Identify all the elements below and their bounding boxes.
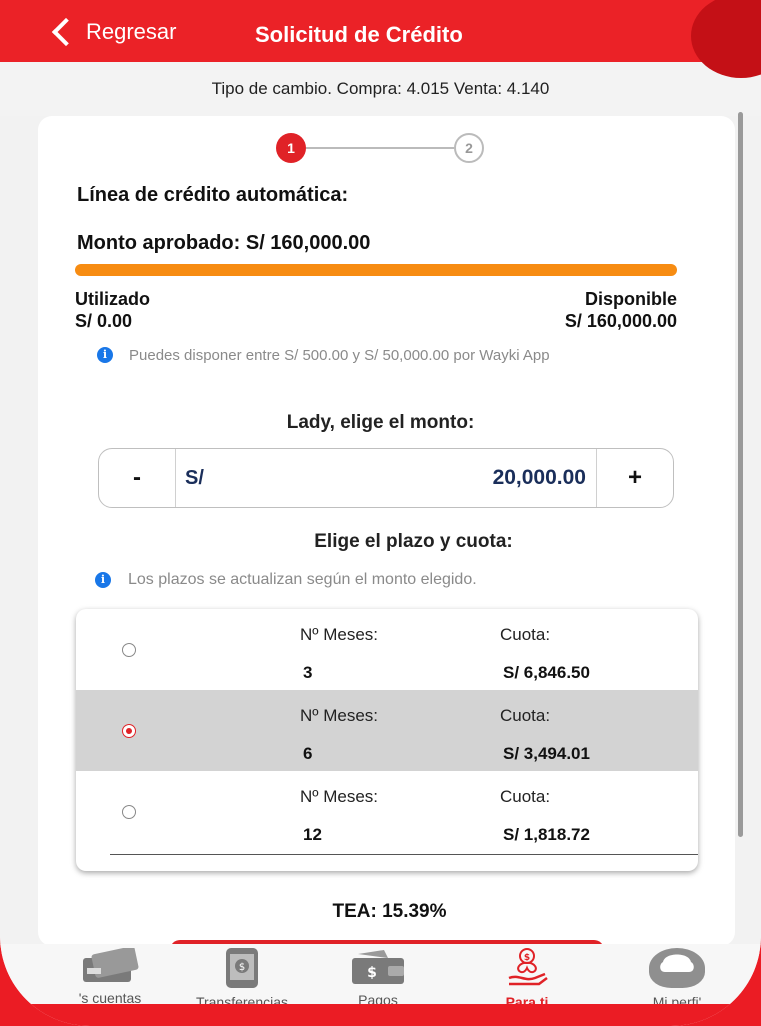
step-connector	[306, 147, 454, 149]
bottom-tab-bar: 's cuentas $ Transferencias $ Pagos $ Pa…	[0, 944, 761, 1010]
term-info: Los plazos se actualizan según el monto …	[128, 571, 477, 588]
disposal-range-info: Puedes disponer entre S/ 500.00 y S/ 50,…	[129, 347, 550, 364]
term-options-list: Nº Meses: 3 Cuota: S/ 6,846.50 Nº Meses:…	[76, 609, 698, 871]
svg-text:$: $	[239, 962, 245, 973]
months-label: Nº Meses:	[300, 706, 379, 725]
term-option-12[interactable]: Nº Meses: 12 Cuota: S/ 1,818.72	[76, 771, 698, 852]
months-label: Nº Meses:	[300, 625, 379, 644]
increase-amount-button[interactable]: +	[597, 449, 673, 507]
months-label: Nº Meses:	[300, 787, 379, 806]
step-2: 2	[454, 133, 484, 163]
step-indicator: 1 2	[276, 133, 502, 163]
radio-button-selected[interactable]	[122, 724, 136, 738]
amount-stepper: - S/ 20,000.00 +	[98, 448, 674, 508]
months-value: 3	[303, 663, 313, 682]
approved-amount: Monto aprobado: S/ 160,000.00	[77, 232, 371, 254]
used-value: S/ 0.00	[75, 311, 133, 331]
months-value: 6	[303, 744, 313, 763]
info-icon: i	[95, 572, 111, 588]
divider	[175, 449, 176, 507]
radio-button[interactable]	[122, 805, 136, 819]
tab-para-ti[interactable]: $ Para ti	[482, 948, 572, 1010]
chevron-left-icon	[51, 17, 81, 47]
quota-value: S/ 6,846.50	[503, 663, 590, 682]
tab-cuentas[interactable]: 's cuentas	[50, 946, 170, 1006]
quota-label: Cuota:	[500, 706, 551, 725]
list-divider	[110, 854, 698, 855]
scrollbar[interactable]	[738, 112, 743, 837]
choose-term-heading: Elige el plazo y cuota:	[314, 531, 513, 552]
back-label: Regresar	[86, 19, 177, 44]
svg-text:$: $	[524, 953, 530, 963]
available-label: Disponible	[584, 289, 677, 309]
currency-label: S/	[185, 467, 204, 489]
gift-hand-icon: $	[505, 948, 549, 988]
choose-amount-heading: Lady, elige el monto:	[286, 412, 475, 433]
avatar-icon	[649, 948, 705, 988]
credit-usage-bar	[75, 264, 677, 276]
tea-rate: TEA: 15.39%	[332, 901, 447, 922]
months-value: 12	[303, 825, 322, 844]
app-screen: Regresar Solicitud de Crédito Tipo de ca…	[0, 0, 761, 1026]
amount-input[interactable]: 20,000.00	[493, 449, 586, 507]
available-value: S/ 160,000.00	[564, 311, 677, 331]
quota-label: Cuota:	[500, 625, 551, 644]
svg-text:$: $	[367, 965, 377, 981]
quota-value: S/ 1,818.72	[503, 825, 590, 844]
tab-mi-perfil[interactable]: Mi perfi'	[622, 948, 732, 1010]
info-icon: i	[97, 347, 113, 363]
back-button[interactable]: Regresar	[48, 14, 176, 50]
device-bottom-edge	[0, 1004, 761, 1026]
quota-value: S/ 3,494.01	[503, 744, 590, 763]
term-option-6[interactable]: Nº Meses: 6 Cuota: S/ 3,494.01	[76, 690, 698, 771]
exchange-rate-bar: Tipo de cambio. Compra: 4.015 Venta: 4.1…	[0, 62, 761, 117]
tab-pagos[interactable]: $ Pagos	[338, 948, 418, 1008]
term-option-3[interactable]: Nº Meses: 3 Cuota: S/ 6,846.50	[76, 609, 698, 690]
phone-transfer-icon: $	[226, 948, 258, 988]
quota-label: Cuota:	[500, 787, 551, 806]
used-label: Utilizado	[75, 289, 150, 309]
decrease-amount-button[interactable]: -	[99, 449, 175, 507]
credit-line-heading: Línea de crédito automática:	[77, 184, 349, 206]
step-1: 1	[276, 133, 306, 163]
card-icon	[79, 946, 141, 984]
app-header: Regresar Solicitud de Crédito	[0, 0, 761, 62]
page-title: Solicitud de Crédito	[255, 22, 463, 47]
radio-button[interactable]	[122, 643, 136, 657]
wallet-icon: $	[348, 948, 408, 986]
tab-transferencias[interactable]: $ Transferencias	[172, 948, 312, 1010]
